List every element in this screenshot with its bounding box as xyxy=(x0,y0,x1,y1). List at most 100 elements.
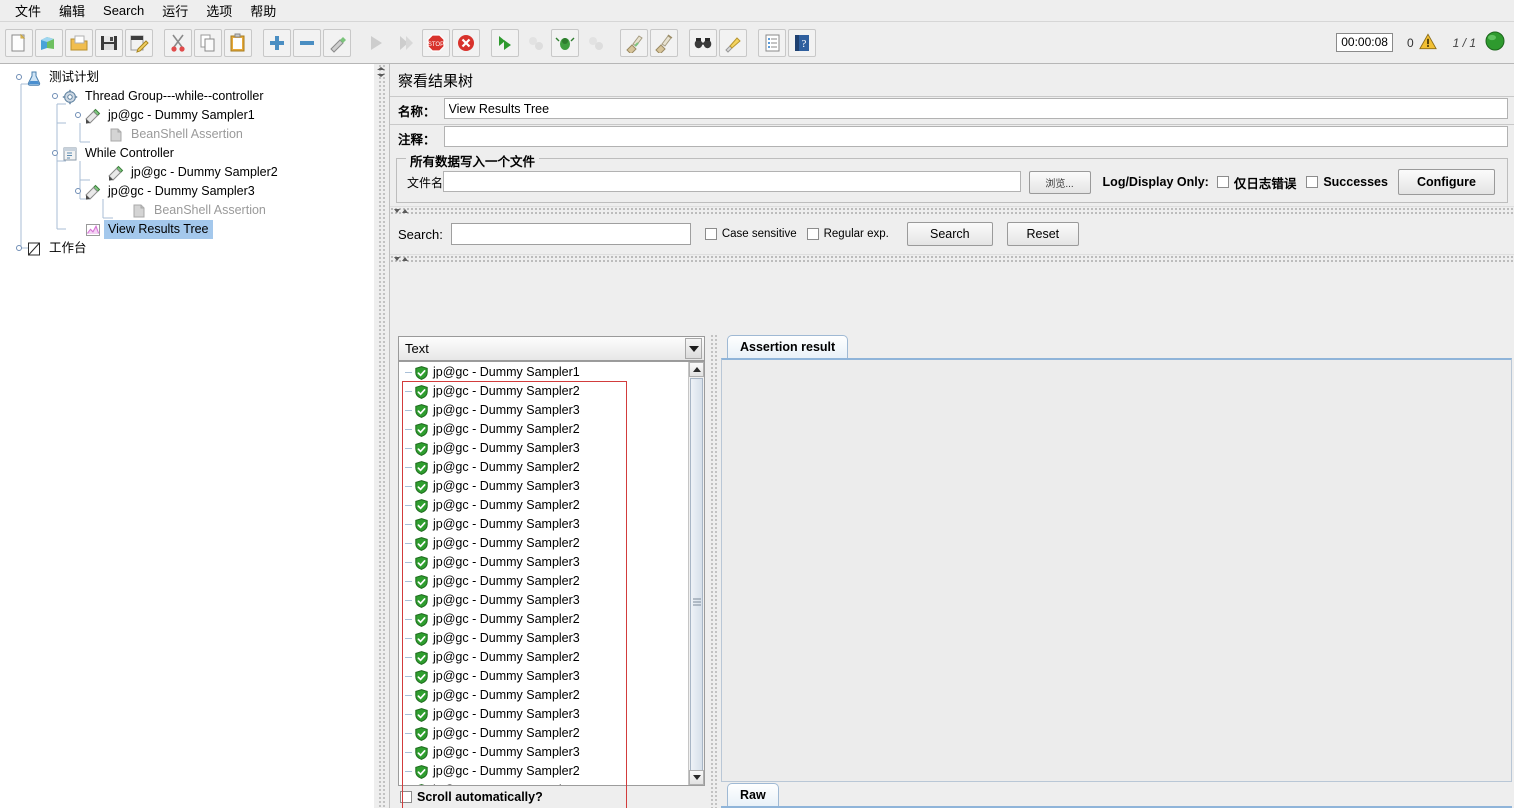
checkbox-box[interactable] xyxy=(400,791,412,803)
assertion-result-content[interactable] xyxy=(721,358,1512,782)
search-button[interactable]: Search xyxy=(906,222,993,246)
horizontal-split-divider-bottom[interactable] xyxy=(390,254,1514,264)
result-list-item[interactable]: jp@gc - Dummy Sampler3 xyxy=(399,477,688,496)
start-no-pauses-icon[interactable] xyxy=(392,29,420,57)
results-item-container[interactable]: jp@gc - Dummy Sampler1 jp@gc - Dummy Samp… xyxy=(399,362,688,785)
tree-node-workbench[interactable]: 工作台 xyxy=(0,239,373,258)
expand-handle-icon[interactable] xyxy=(74,187,83,196)
horizontal-split-divider-top[interactable] xyxy=(390,206,1514,216)
checkbox-box[interactable] xyxy=(704,228,717,240)
result-list-item[interactable]: jp@gc - Dummy Sampler2 xyxy=(399,534,688,553)
tree-node-dummy-sampler2[interactable]: jp@gc - Dummy Sampler2 xyxy=(0,163,373,182)
result-list-item[interactable]: jp@gc - Dummy Sampler2 xyxy=(399,572,688,591)
tree-node-dummy-sampler1[interactable]: jp@gc - Dummy Sampler1 xyxy=(0,106,373,125)
clear-icon[interactable] xyxy=(620,28,648,57)
tree-node-beanshell-assertion-2[interactable]: BeanShell Assertion xyxy=(0,201,373,220)
tab-raw[interactable]: Raw xyxy=(727,783,779,806)
open-templates-icon[interactable] xyxy=(35,28,63,57)
result-list-item[interactable]: jp@gc - Dummy Sampler2 xyxy=(399,420,688,439)
paste-icon[interactable] xyxy=(224,28,252,57)
new-document-icon[interactable] xyxy=(5,28,33,57)
remote-shutdown-icon[interactable] xyxy=(551,28,579,57)
start-remote-all-icon[interactable] xyxy=(491,28,519,57)
toggle-icon[interactable] xyxy=(323,28,351,57)
collapse-all-icon[interactable] xyxy=(293,28,321,57)
scroll-up-button[interactable] xyxy=(689,362,704,377)
start-icon[interactable] xyxy=(362,29,390,57)
render-selector-combo[interactable]: Text xyxy=(398,336,705,361)
search-input[interactable] xyxy=(450,223,691,245)
stop-remote-all-icon[interactable] xyxy=(521,29,549,57)
tree-node-view-results-tree[interactable]: View Results Tree xyxy=(0,220,373,239)
result-list-item[interactable]: jp@gc - Dummy Sampler3 xyxy=(399,553,688,572)
open-folder-icon[interactable] xyxy=(65,28,93,57)
expand-handle-icon[interactable] xyxy=(74,111,83,120)
shutdown-icon[interactable] xyxy=(452,28,480,57)
stop-icon[interactable]: STOP xyxy=(422,28,450,57)
menu-help[interactable]: 帮助 xyxy=(241,0,285,22)
result-list-item[interactable]: jp@gc - Dummy Sampler1 xyxy=(399,363,688,382)
reset-button[interactable]: Reset xyxy=(1006,222,1079,246)
result-list-item[interactable]: jp@gc - Dummy Sampler2 xyxy=(399,724,688,743)
errors-only-checkbox[interactable]: 仅日志错误 xyxy=(1216,173,1296,192)
result-list-item[interactable]: jp@gc - Dummy Sampler2 xyxy=(399,496,688,515)
result-list-item[interactable]: jp@gc - Dummy Sampler2 xyxy=(399,648,688,667)
tab-assertion-result[interactable]: Assertion result xyxy=(727,335,849,358)
chevron-down-icon[interactable] xyxy=(685,338,702,359)
search-icon[interactable] xyxy=(689,28,717,57)
results-tree-list[interactable]: jp@gc - Dummy Sampler1 jp@gc - Dummy Samp… xyxy=(398,361,705,786)
result-list-item[interactable]: jp@gc - Dummy Sampler3 xyxy=(399,629,688,648)
menu-search[interactable]: Search xyxy=(94,1,153,20)
menu-options[interactable]: 选项 xyxy=(197,0,241,22)
remote-exit-icon[interactable] xyxy=(581,29,609,57)
result-list-item[interactable]: jp@gc - Dummy Sampler2 xyxy=(399,610,688,629)
tree-node-thread-group[interactable]: Thread Group---while--controller xyxy=(0,87,373,106)
case-sensitive-checkbox[interactable]: Case sensitive xyxy=(704,228,797,240)
result-list-item[interactable]: jp@gc - Dummy Sampler2 xyxy=(399,686,688,705)
scroll-down-button[interactable] xyxy=(689,770,704,785)
menu-run[interactable]: 运行 xyxy=(153,0,197,22)
successes-checkbox[interactable]: Successes xyxy=(1306,175,1388,189)
divider-grip-icon[interactable] xyxy=(394,255,408,263)
result-list-item[interactable]: jp@gc - Dummy Sampler3 xyxy=(399,667,688,686)
result-list-item[interactable]: jp@gc - Dummy Sampler3 xyxy=(399,439,688,458)
menu-file[interactable]: 文件 xyxy=(6,0,50,22)
result-list-item[interactable]: jp@gc - Dummy Sampler3 xyxy=(399,743,688,762)
browse-button[interactable]: 浏览... xyxy=(1028,170,1091,194)
expand-handle-icon[interactable] xyxy=(15,244,24,253)
results-scrollbar[interactable] xyxy=(688,362,704,785)
result-list-item[interactable]: jp@gc - Dummy Sampler2 xyxy=(399,762,688,781)
cut-icon[interactable] xyxy=(164,28,192,57)
save-as-icon[interactable] xyxy=(125,28,153,57)
scrollbar-thumb[interactable] xyxy=(690,378,703,785)
tree-node-test-plan[interactable]: 测试计划 xyxy=(0,68,373,87)
expand-handle-icon[interactable] xyxy=(51,149,60,158)
result-list-item[interactable]: jp@gc - Dummy Sampler2 xyxy=(399,382,688,401)
expand-handle-icon[interactable] xyxy=(51,92,60,101)
result-list-item[interactable]: jp@gc - Dummy Sampler3 xyxy=(399,705,688,724)
function-helper-icon[interactable] xyxy=(758,28,786,57)
copy-icon[interactable] xyxy=(194,28,222,57)
tree-node-dummy-sampler3[interactable]: jp@gc - Dummy Sampler3 xyxy=(0,182,373,201)
regular-exp-checkbox[interactable]: Regular exp. xyxy=(806,228,889,240)
checkbox-box[interactable] xyxy=(806,228,819,240)
result-list-item[interactable]: jp@gc - Dummy Sampler3 xyxy=(399,401,688,420)
search-reset-icon[interactable] xyxy=(719,28,747,57)
configure-button[interactable]: Configure xyxy=(1397,169,1495,195)
expand-handle-icon[interactable] xyxy=(15,73,24,82)
name-input[interactable] xyxy=(443,98,1508,119)
divider-grip-icon[interactable] xyxy=(394,207,408,215)
expand-all-icon[interactable] xyxy=(263,28,291,57)
clear-all-icon[interactable] xyxy=(650,28,678,57)
test-plan-tree-panel[interactable]: 测试计划 Thread Group---while--controller jp… xyxy=(0,64,374,808)
result-list-item[interactable]: jp@gc - Dummy Sampler3 xyxy=(399,515,688,534)
checkbox-box[interactable] xyxy=(1306,176,1319,188)
tree-node-beanshell-assertion-1[interactable]: BeanShell Assertion xyxy=(0,125,373,144)
filename-input[interactable] xyxy=(443,171,1021,192)
results-detail-divider[interactable] xyxy=(707,334,721,808)
comment-input[interactable] xyxy=(443,126,1508,147)
checkbox-box[interactable] xyxy=(1216,176,1229,188)
menu-edit[interactable]: 编辑 xyxy=(50,0,94,22)
save-icon[interactable] xyxy=(95,28,123,57)
vertical-split-divider[interactable] xyxy=(373,64,390,808)
